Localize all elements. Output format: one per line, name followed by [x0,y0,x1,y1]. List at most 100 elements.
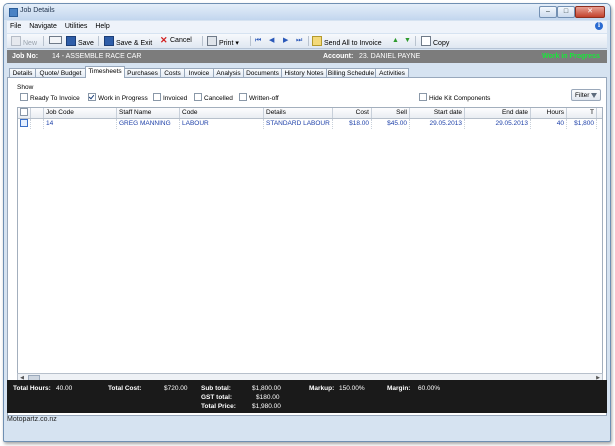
tab-timesheets[interactable]: Timesheets [85,66,125,78]
funnel-icon [591,93,597,98]
printer-icon [207,36,217,46]
next-record-button[interactable]: ▶ [283,36,288,46]
job-no-label: Job No: [12,53,39,60]
total-price-value: $1,980.00 [252,403,281,410]
checkbox[interactable] [194,93,202,101]
markup-value: 150.00% [339,385,365,392]
filter-button[interactable]: Filter [571,89,601,101]
show-label: Show [17,84,34,91]
last-record-button[interactable]: ⏭ [296,36,302,46]
checkbox-checked[interactable] [88,93,96,101]
close-button[interactable]: ✕ [575,6,605,18]
first-icon: ⏮ [255,37,262,44]
menu-navigate[interactable]: Navigate [26,21,60,30]
hide-kit-components[interactable]: Hide Kit Components [419,93,490,102]
filter-label: Invoiced [163,95,188,102]
gst-total-label: GST total: [201,394,233,401]
job-no-value: 14 - ASSEMBLE RACE CAR [52,53,142,60]
cell-code[interactable]: LABOUR [180,119,264,129]
subtotal-label: Sub total: [201,385,231,392]
cancel-x-icon: ✕ [160,35,168,45]
up-arrow-button[interactable]: ▲ [392,36,399,46]
cell-job-code[interactable]: 14 [44,119,117,129]
green-up-arrow-icon: ▲ [392,37,399,44]
minimize-button[interactable]: – [539,6,557,18]
filter-written-off[interactable]: Written-off [239,93,279,102]
menu-file[interactable]: File [7,21,24,30]
keyboard-icon [49,36,62,44]
info-icon[interactable]: i [595,22,603,30]
table-row[interactable]: 14 GREG MANNING LABOUR STANDARD LABOUR .… [18,119,602,129]
col-details[interactable]: Details [264,108,333,118]
job-status: Work in Progress [542,53,600,60]
select-all-checkbox[interactable] [20,108,28,116]
col-total[interactable]: T [567,108,597,118]
row-checkbox[interactable] [20,119,28,127]
col-end-date[interactable]: End date [465,108,531,118]
col-cost[interactable]: Cost [333,108,372,118]
toolbar-separator [250,36,251,46]
copy-icon [421,36,431,46]
status-bar: Motopartz.co.nz [7,416,607,428]
filter-ready-to-invoice[interactable]: Ready To Invoice [20,93,80,102]
timesheet-grid: Job Code Staff Name Code Details Cost Se… [17,107,603,374]
row-select-cell[interactable] [18,119,31,129]
col-hours[interactable]: Hours [531,108,567,118]
toolbar-separator [43,36,44,46]
total-price-label: Total Price: [201,403,236,410]
keyboard-button[interactable] [49,36,64,46]
cancel-button[interactable]: ✕ Cancel [160,36,192,46]
filter-label: Ready To Invoice [30,95,80,102]
cell-end-date[interactable]: 29.05.2013 [465,119,531,129]
save-label: Save [78,40,94,47]
menu-utilities[interactable]: Utilities [62,21,91,30]
cell-hours[interactable]: 40 [531,119,567,129]
maximize-button[interactable]: □ [557,6,575,18]
invoice-icon [312,36,322,46]
tab-strip: Details Quote/ Budget Timesheets Purchas… [7,66,607,78]
cell-start-date[interactable]: 29.05.2013 [410,119,465,129]
col-sell[interactable]: Sell [372,108,410,118]
print-label: Print [219,40,234,47]
copy-button[interactable]: Copy [421,36,450,47]
col-job-code[interactable]: Job Code [44,108,117,118]
toolbar: New Save Save & Exit ✕ Cancel Print ▾ ⏮ ◀… [7,34,607,49]
grid-header: Job Code Staff Name Code Details Cost Se… [18,108,602,119]
copy-label: Copy [433,40,450,47]
previous-record-button[interactable]: ◀ [269,36,274,46]
save-exit-button[interactable]: Save & Exit [104,36,152,47]
cancel-label: Cancel [170,37,192,44]
send-all-to-invoice-button[interactable]: Send All to Invoice [312,36,382,47]
job-header-bar: Job No: 14 - ASSEMBLE RACE CAR Account: … [7,50,607,63]
checkbox[interactable] [153,93,161,101]
checkbox[interactable] [239,93,247,101]
app-icon [9,8,18,17]
col-start-date[interactable]: Start date [410,108,465,118]
menu-bar: File Navigate Utilities Help i [7,21,607,33]
cell-details[interactable]: STANDARD LABOUR ... [264,119,333,129]
col-code[interactable]: Code [180,108,264,118]
account-label: Account: [323,53,354,60]
first-record-button[interactable]: ⏮ [255,36,261,46]
cell-cost[interactable]: $18.00 [333,119,372,129]
print-button[interactable]: Print ▾ [207,36,239,47]
new-button[interactable]: New [11,36,37,47]
down-arrow-button[interactable]: ▼ [404,36,411,46]
print-dropdown-icon[interactable]: ▾ [235,40,239,47]
filter-label: Cancelled [204,95,233,102]
title-bar: Job Details – □ ✕ [4,4,610,20]
cell-total[interactable]: $1,800 [567,119,597,129]
filter-cancelled[interactable]: Cancelled [194,93,233,102]
total-hours-label: Total Hours: [13,385,51,392]
filter-invoiced[interactable]: Invoiced [153,93,187,102]
cell-staff-name[interactable]: GREG MANNING [117,119,180,129]
filter-work-in-progress[interactable]: Work in Progress [88,93,148,102]
menu-help[interactable]: Help [92,21,112,30]
save-button[interactable]: Save [66,36,94,47]
col-staff-name[interactable]: Staff Name [117,108,180,118]
checkbox[interactable] [419,93,427,101]
checkbox[interactable] [20,93,28,101]
cell-sell[interactable]: $45.00 [372,119,410,129]
select-all-cell[interactable] [18,108,31,118]
timesheets-panel: Show Ready To Invoice Work in Progress I… [7,77,607,416]
